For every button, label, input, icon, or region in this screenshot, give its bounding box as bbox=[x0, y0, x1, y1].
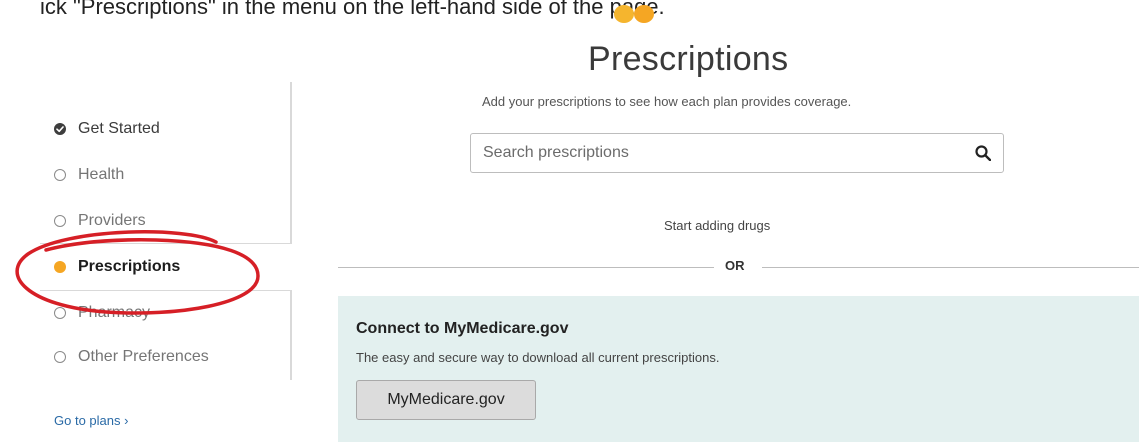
sidebar-item-label: Prescriptions bbox=[78, 258, 181, 275]
sidebar-item-label: Get Started bbox=[78, 120, 160, 137]
active-item-top-border bbox=[40, 243, 292, 244]
start-adding-text: Start adding drugs bbox=[664, 218, 771, 233]
empty-circle-icon bbox=[54, 307, 66, 319]
sidebar-item-label: Pharmacy bbox=[78, 304, 151, 321]
page-subtitle: Add your prescriptions to see how each p… bbox=[482, 94, 852, 109]
sidebar-item-label: Health bbox=[78, 166, 125, 183]
page-title: Prescriptions bbox=[588, 40, 789, 78]
divider-line bbox=[338, 267, 714, 268]
sidebar-item-other-preferences[interactable]: Other Preferences bbox=[54, 348, 209, 366]
sidebar-item-providers[interactable]: Providers bbox=[54, 212, 146, 230]
connect-description: The easy and secure way to download all … bbox=[356, 350, 720, 365]
empty-circle-icon bbox=[54, 351, 66, 363]
instruction-caption: ick "Prescriptions" in the menu on the l… bbox=[40, 0, 665, 19]
sidebar-divider bbox=[290, 290, 292, 380]
sidebar-item-health[interactable]: Health bbox=[54, 166, 124, 184]
go-to-plans-link[interactable]: Go to plans › bbox=[54, 413, 128, 428]
search-input[interactable] bbox=[483, 134, 953, 172]
or-separator: OR bbox=[725, 258, 745, 273]
active-item-bottom-border bbox=[40, 290, 292, 291]
sidebar-item-label: Providers bbox=[78, 212, 146, 229]
connect-panel: Connect to MyMedicare.gov The easy and s… bbox=[338, 296, 1139, 442]
divider-line bbox=[762, 267, 1139, 268]
sidebar-item-prescriptions[interactable]: Prescriptions bbox=[54, 258, 180, 276]
connect-title: Connect to MyMedicare.gov bbox=[356, 320, 569, 337]
empty-circle-icon bbox=[54, 169, 66, 181]
mymedicare-button[interactable]: MyMedicare.gov bbox=[356, 380, 536, 420]
sidebar-item-pharmacy[interactable]: Pharmacy bbox=[54, 304, 150, 322]
sidebar-item-get-started[interactable]: Get Started bbox=[54, 120, 160, 138]
empty-circle-icon bbox=[54, 215, 66, 227]
sidebar-item-label: Other Preferences bbox=[78, 348, 209, 365]
search-icon[interactable] bbox=[975, 145, 991, 161]
search-box[interactable] bbox=[470, 133, 1004, 173]
active-dot-icon bbox=[54, 261, 66, 273]
sidebar-divider bbox=[290, 82, 292, 244]
check-circle-icon bbox=[54, 123, 66, 135]
brand-logo-icon bbox=[614, 5, 654, 23]
